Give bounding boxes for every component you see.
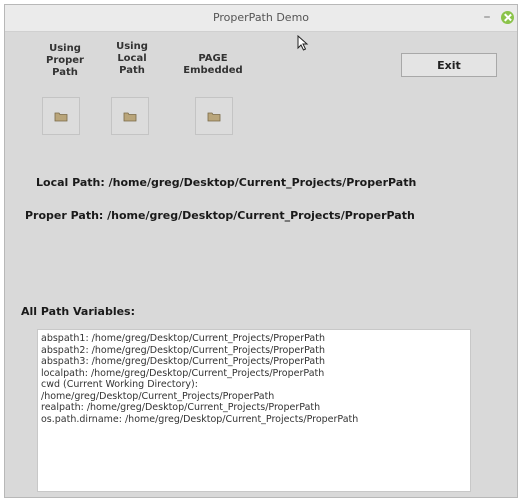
variable-line: abspath2: /home/greg/Desktop/Current_Pro… xyxy=(41,344,325,356)
variables-heading: All Path Variables: xyxy=(21,305,135,318)
title-bar[interactable]: ProperPath Demo – xyxy=(5,5,517,32)
page-embedded-button[interactable] xyxy=(195,97,233,135)
variable-line: realpath: /home/greg/Desktop/Current_Pro… xyxy=(41,402,321,413)
proper-path-label: Using Proper Path xyxy=(45,43,84,78)
page-embedded-label: PAGE Embedded xyxy=(183,53,243,76)
variable-line: cwd (Current Working Directory): xyxy=(41,379,198,390)
variable-line: os.path.dirname: /home/greg/Desktop/Curr… xyxy=(41,413,359,425)
proper-path-text: Proper Path: /home/greg/Desktop/Current_… xyxy=(25,209,415,222)
variable-line: abspath1: /home/greg/Desktop/Current_Pro… xyxy=(41,333,325,344)
local-path-label: Using Local Path xyxy=(116,41,148,76)
window-title: ProperPath Demo xyxy=(212,11,310,24)
variable-line: /home/greg/Desktop/Current_Projects/Prop… xyxy=(41,390,275,402)
folder-icon xyxy=(54,112,68,121)
variable-line: abspath3: /home/greg/Desktop/Current_Pro… xyxy=(41,356,325,367)
mouse-cursor-icon xyxy=(297,35,309,51)
folder-icon xyxy=(123,112,137,121)
exit-button[interactable]: Exit xyxy=(401,53,497,77)
app-window: ProperPath Demo – Using Proper Path Usin… xyxy=(4,4,518,498)
local-path-text: Local Path: /home/greg/Desktop/Current_P… xyxy=(36,176,417,189)
local-path-button[interactable] xyxy=(111,97,149,135)
folder-icon xyxy=(207,112,221,121)
path-variables-textbox[interactable]: abspath1: /home/greg/Desktop/Current_Pro… xyxy=(37,329,471,492)
proper-path-button[interactable] xyxy=(42,97,80,135)
variable-line: localpath: /home/greg/Desktop/Current_Pr… xyxy=(41,367,325,379)
minimize-button[interactable]: – xyxy=(479,8,495,26)
close-button[interactable] xyxy=(501,11,514,24)
